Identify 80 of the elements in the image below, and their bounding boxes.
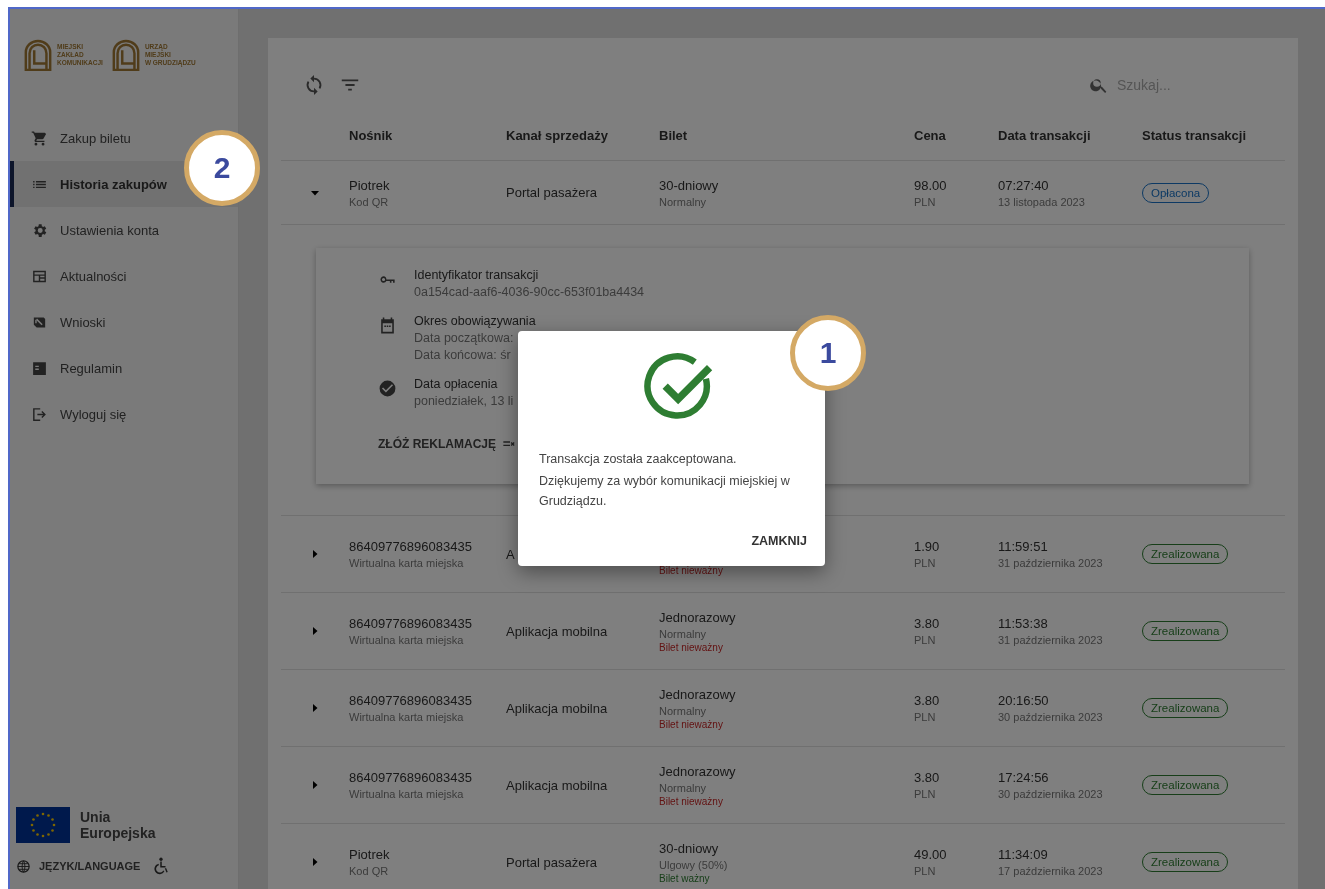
detail-value: Data końcowa: śr bbox=[414, 348, 512, 362]
transaction-time: 20:16:50 bbox=[998, 693, 1049, 708]
ticket-name: Jednorazowy bbox=[659, 609, 736, 625]
price: 1.90 bbox=[914, 539, 940, 554]
carrier-type: Kod QR bbox=[349, 195, 389, 208]
ticket-validity: Bilet nieważny bbox=[659, 795, 723, 807]
carrier-name: 86409776896083435 bbox=[349, 616, 472, 631]
carrier-name: 86409776896083435 bbox=[349, 693, 472, 708]
sales-channel: Portal pasażera bbox=[506, 185, 598, 200]
ticket-type: Ulgowy (50%) bbox=[659, 858, 728, 871]
carrier-type: Wirtualna karta miejska bbox=[349, 788, 464, 800]
currency: PLN bbox=[914, 788, 936, 800]
sales-channel: Aplikacja mobilna bbox=[506, 700, 608, 716]
ticket-name: Jednorazowy bbox=[659, 686, 736, 702]
ticket-name: 30-dniowy bbox=[659, 177, 719, 193]
price: 98.00 bbox=[914, 177, 947, 193]
language-button[interactable]: JĘZYK/LANGUAGE bbox=[16, 858, 141, 874]
ticket-validity: Bilet nieważny bbox=[659, 718, 723, 730]
complaint-button[interactable]: ZŁÓŻ REKLAMACJĘ bbox=[378, 436, 518, 452]
column-header: Status transakcji bbox=[1142, 127, 1248, 143]
menu-item[interactable]: Wyloguj się bbox=[10, 391, 238, 437]
transaction-date: 30 października 2023 bbox=[998, 711, 1103, 723]
ticket-name: Jednorazowy bbox=[659, 763, 736, 779]
price: 49.00 bbox=[914, 847, 947, 862]
price: 3.80 bbox=[914, 616, 940, 631]
transaction-date: 31 października 2023 bbox=[998, 634, 1103, 646]
transaction-time: 17:24:56 bbox=[998, 770, 1049, 785]
ticket-type: Normalny bbox=[659, 195, 707, 208]
currency: PLN bbox=[914, 865, 936, 877]
detail-value: Data początkowa: bbox=[414, 331, 515, 345]
column-header: Data transakcji bbox=[998, 127, 1092, 143]
price: 3.80 bbox=[914, 770, 940, 785]
carrier-type: Wirtualna karta miejska bbox=[349, 557, 464, 569]
detail-title: Okres obowiązywania bbox=[414, 314, 536, 328]
column-header: Bilet bbox=[659, 127, 689, 143]
ticket-type: Normalny bbox=[659, 627, 707, 640]
price: 3.80 bbox=[914, 693, 940, 708]
detail-value: 0a154cad-aaf6-4036-90cc-653f01ba4434 bbox=[414, 285, 645, 299]
carrier-name: 86409776896083435 bbox=[349, 539, 472, 554]
ticket-name: 30-dniowy bbox=[659, 840, 719, 856]
transaction-time: 11:34:09 bbox=[998, 847, 1048, 862]
carrier-name: Piotrek bbox=[349, 177, 390, 193]
ticket-validity: Bilet nieważny bbox=[659, 565, 723, 576]
dialog-message: Transakcja została zaakceptowana. bbox=[539, 451, 738, 468]
menu-item[interactable]: Regulamin bbox=[10, 345, 238, 391]
column-header: Kanał sprzedaży bbox=[506, 127, 609, 143]
menu-item[interactable]: Ustawienia konta bbox=[10, 207, 238, 253]
eu-label: Unia Europejska bbox=[80, 809, 156, 841]
currency: PLN bbox=[914, 557, 936, 569]
column-header: Cena bbox=[914, 127, 947, 143]
detail-title: Identyfikator transakcji bbox=[414, 268, 540, 282]
carrier-type: Wirtualna karta miejska bbox=[349, 711, 464, 723]
carrier-name: 86409776896083435 bbox=[349, 770, 472, 785]
sales-channel: Portal pasażera bbox=[506, 854, 598, 870]
sales-channel: Aplikacja mobilna bbox=[506, 777, 608, 793]
transaction-time: 07:27:40 bbox=[998, 177, 1049, 193]
currency: PLN bbox=[914, 634, 936, 646]
close-button[interactable]: ZAMKNIJ bbox=[747, 530, 811, 552]
sales-channel: A bbox=[506, 546, 515, 562]
ticket-validity: Bilet nieważny bbox=[659, 641, 723, 653]
carrier-type: Wirtualna karta miejska bbox=[349, 634, 464, 646]
transaction-date: 31 października 2023 bbox=[998, 557, 1103, 569]
transaction-time: 11:59:51 bbox=[998, 539, 1048, 554]
transaction-time: 11:53:38 bbox=[998, 616, 1048, 631]
transaction-date: 13 listopada 2023 bbox=[998, 195, 1085, 208]
transaction-date: 30 października 2023 bbox=[998, 788, 1103, 800]
carrier-name: Piotrek bbox=[349, 847, 390, 862]
sales-channel: Aplikacja mobilna bbox=[506, 623, 608, 639]
currency: PLN bbox=[914, 711, 936, 723]
carrier-type: Kod QR bbox=[349, 865, 389, 877]
ticket-type: Normalny bbox=[659, 704, 707, 717]
dialog-message: Dziękujemy za wybór komunikacji miejskiej w Grudziądzu. bbox=[539, 473, 791, 510]
ticket-validity: Bilet ważny bbox=[659, 872, 710, 884]
ticket-type: Normalny bbox=[659, 781, 707, 794]
currency: PLN bbox=[914, 195, 936, 208]
menu-item[interactable]: Aktualności bbox=[10, 253, 238, 299]
transaction-date: 17 października 2023 bbox=[998, 865, 1103, 877]
menu-item[interactable]: Wnioski bbox=[10, 299, 238, 345]
column-header: Nośnik bbox=[349, 127, 394, 143]
detail-title: Data opłacenia bbox=[414, 377, 499, 391]
